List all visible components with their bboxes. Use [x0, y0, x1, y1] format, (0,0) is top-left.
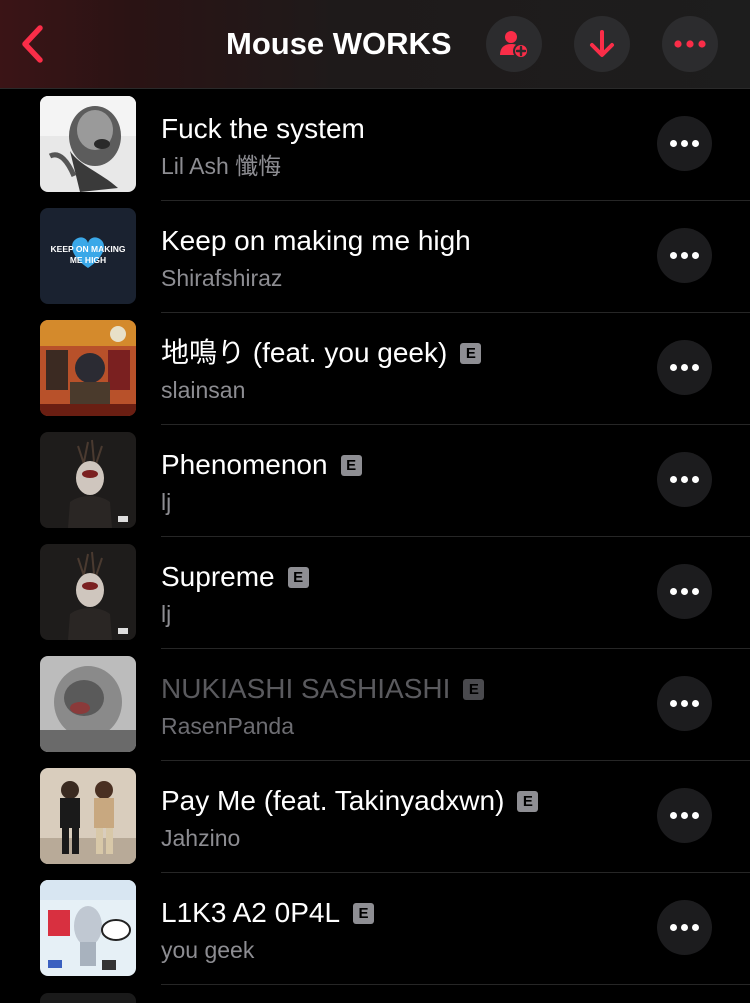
- track-title: Pay Me (feat. Takinyadxwn): [161, 785, 505, 816]
- app-screen: Mouse WORKS Fuck the system Lil Ash 懺悔 K…: [0, 0, 750, 1003]
- album-artwork: [40, 880, 136, 976]
- track-title: Fuck the system: [161, 113, 365, 144]
- track-title: L1K3 A2 0P4L: [161, 897, 341, 928]
- download-button[interactable]: [574, 16, 630, 72]
- track-row[interactable]: Phenomenon E lj: [0, 425, 750, 537]
- track-more-button[interactable]: [657, 788, 712, 843]
- track-artist: Shirafshiraz: [161, 265, 283, 291]
- more-icon: [670, 812, 699, 819]
- explicit-badge: E: [517, 790, 539, 812]
- album-artwork: [40, 96, 136, 192]
- album-artwork: [40, 544, 136, 640]
- explicit-badge: E: [353, 902, 375, 924]
- track-info: Phenomenon E lj: [161, 445, 641, 518]
- track-title: Phenomenon: [161, 449, 328, 480]
- more-icon: [670, 476, 699, 483]
- more-icon: [670, 924, 699, 931]
- track-info: Fuck the system Lil Ash 懺悔: [161, 109, 641, 182]
- track-artist: you geek: [161, 937, 255, 963]
- track-row[interactable]: Fuck the system Lil Ash 懺悔: [0, 89, 750, 201]
- back-button[interactable]: [12, 22, 52, 66]
- track-info: Keep on making me high Shirafshiraz: [161, 221, 641, 294]
- track-title: 地鳴り (feat. you geek): [161, 337, 448, 368]
- track-list: Fuck the system Lil Ash 懺悔 KEEP ON MAKIN…: [0, 89, 750, 985]
- more-icon: [670, 252, 699, 259]
- chevron-left-icon: [22, 25, 43, 63]
- album-artwork: KEEP ON MAKING ME HIGH: [40, 208, 136, 304]
- navigation-bar: Mouse WORKS: [0, 0, 750, 89]
- track-row[interactable]: 地鳴り (feat. you geek) E slainsan: [0, 313, 750, 425]
- track-info: Supreme E lj: [161, 557, 641, 630]
- track-info: 地鳴り (feat. you geek) E slainsan: [161, 333, 641, 406]
- track-row[interactable]: Supreme E lj: [0, 537, 750, 649]
- track-artist: lj: [161, 601, 172, 627]
- track-info: NUKIASHI SASHIASHI E RasenPanda: [161, 669, 641, 742]
- explicit-badge: E: [463, 678, 485, 700]
- more-options-button[interactable]: [662, 16, 718, 72]
- track-more-button[interactable]: [657, 452, 712, 507]
- track-row[interactable]: L1K3 A2 0P4L E you geek: [0, 873, 750, 985]
- album-artwork: [40, 993, 136, 1003]
- explicit-badge: E: [340, 454, 362, 476]
- track-artist: Lil Ash 懺悔: [161, 153, 282, 179]
- track-info: L1K3 A2 0P4L E you geek: [161, 893, 641, 966]
- track-more-button[interactable]: [657, 116, 712, 171]
- explicit-badge: E: [287, 566, 309, 588]
- artwork-text: KEEP ON MAKING: [51, 244, 126, 254]
- track-info: Pay Me (feat. Takinyadxwn) E Jahzino: [161, 781, 641, 854]
- album-artwork: [40, 320, 136, 416]
- track-row[interactable]: KEEP ON MAKING ME HIGH Keep on making me…: [0, 201, 750, 313]
- more-icon: [670, 140, 699, 147]
- track-more-button[interactable]: [657, 228, 712, 283]
- track-title: Keep on making me high: [161, 225, 471, 256]
- album-artwork: [40, 656, 136, 752]
- track-more-button[interactable]: [657, 564, 712, 619]
- track-title: Supreme: [161, 561, 275, 592]
- artwork-text: ME HIGH: [70, 255, 106, 265]
- more-icon: [670, 700, 699, 707]
- track-artist: slainsan: [161, 377, 246, 403]
- more-icon: [674, 40, 706, 48]
- track-artist: Jahzino: [161, 825, 241, 851]
- track-title: NUKIASHI SASHIASHI: [161, 673, 451, 704]
- album-artwork: [40, 432, 136, 528]
- track-row[interactable]: Pay Me (feat. Takinyadxwn) E Jahzino: [0, 761, 750, 873]
- more-icon: [670, 588, 699, 595]
- add-user-icon: [500, 31, 529, 59]
- add-artist-button[interactable]: [486, 16, 542, 72]
- explicit-badge: E: [460, 342, 482, 364]
- track-artist: RasenPanda: [161, 713, 294, 739]
- album-artwork: [40, 768, 136, 864]
- divider: [161, 984, 750, 985]
- page-title: Mouse WORKS: [226, 26, 452, 61]
- download-arrow-icon: [590, 30, 614, 57]
- track-row[interactable]: NUKIASHI SASHIASHI E RasenPanda: [0, 649, 750, 761]
- track-more-button[interactable]: [657, 340, 712, 395]
- track-more-button[interactable]: [657, 676, 712, 731]
- more-icon: [670, 364, 699, 371]
- track-artist: lj: [161, 489, 172, 515]
- track-more-button[interactable]: [657, 900, 712, 955]
